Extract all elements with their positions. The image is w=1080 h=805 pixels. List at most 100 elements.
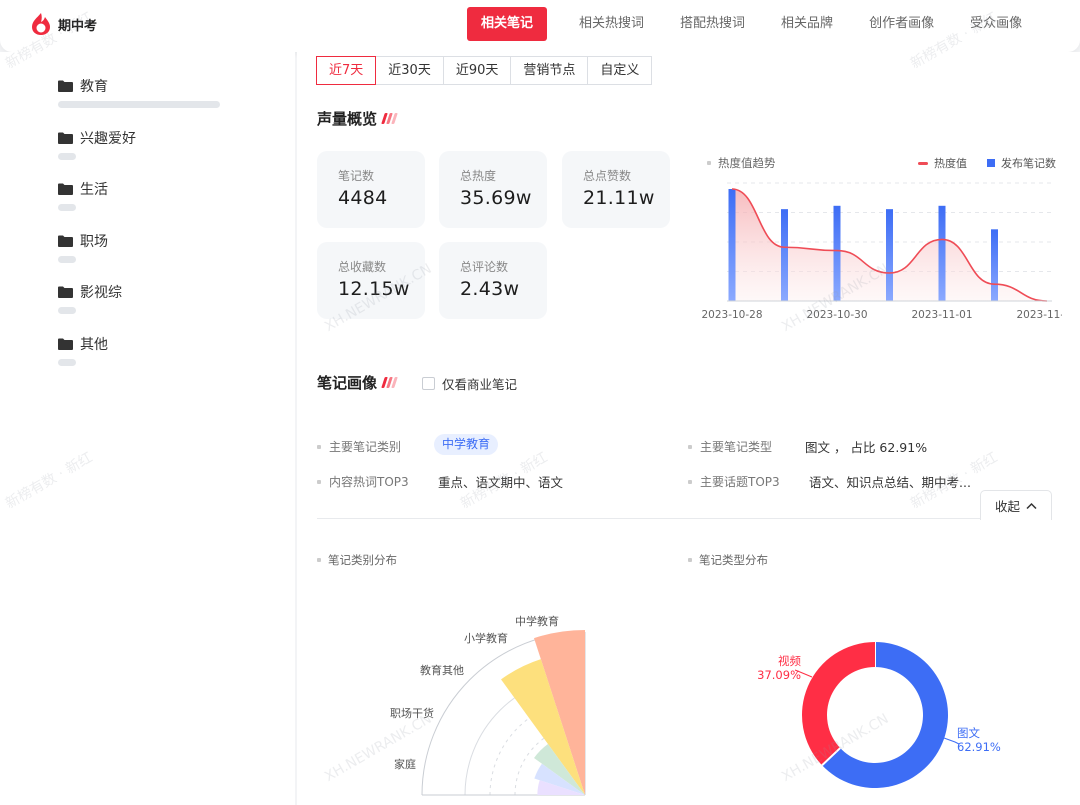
sidebar-item-0[interactable]: 教育 xyxy=(58,76,108,96)
stat-value: 35.69w xyxy=(460,187,532,209)
main-category-tag: 中学教育 xyxy=(434,434,499,455)
title-stripes-icon xyxy=(381,377,398,388)
sidebar-item-bar xyxy=(58,255,76,263)
hotwords-row: 内容热词TOP3 xyxy=(317,473,409,490)
main-category-label: 主要笔记类别 xyxy=(329,440,402,454)
collapse-button[interactable]: 收起 xyxy=(980,490,1052,520)
sidebar-item-label: 兴趣爱好 xyxy=(80,130,136,147)
stat-card-3: 总收藏数 12.15w xyxy=(317,242,425,319)
rose-label: 小学教育 xyxy=(464,632,508,645)
donut-label-name: 图文 xyxy=(957,726,980,740)
stat-label: 总收藏数 xyxy=(338,260,387,274)
top-nav: 相关笔记 相关热搜词 搭配热搜词 相关品牌 创作者画像 受众画像 xyxy=(467,7,1040,41)
sidebar-item-label: 职场 xyxy=(80,233,108,250)
range-3[interactable]: 营销节点 xyxy=(510,56,589,85)
rose-label: 教育其他 xyxy=(420,664,464,677)
trend-chart-title: 热度值趋势 xyxy=(707,155,776,171)
volume-overview-title: 声量概览 xyxy=(317,108,398,129)
category-rose-chart xyxy=(421,630,586,796)
note-count-bar[interactable] xyxy=(938,205,946,301)
topics-label: 主要话题TOP3 xyxy=(700,475,780,489)
x-tick-label: 2023-11-03 xyxy=(1016,309,1062,321)
note-count-bar[interactable] xyxy=(833,205,841,301)
note-count-bar[interactable] xyxy=(781,209,788,301)
sidebar-item-label: 影视综 xyxy=(80,285,122,301)
rose-label: 家庭 xyxy=(394,758,416,771)
range-0[interactable]: 近7天 xyxy=(316,56,377,85)
legend-line-swatch xyxy=(918,161,928,165)
collapse-label: 收起 xyxy=(994,499,1020,514)
x-tick-label: 2023-10-28 xyxy=(702,309,763,321)
range-4[interactable]: 自定义 xyxy=(587,56,653,85)
note-count-bar[interactable] xyxy=(991,229,998,301)
stat-label: 总评论数 xyxy=(460,260,509,274)
x-tick-label: 2023-10-30 xyxy=(806,309,867,321)
tab-3[interactable]: 相关品牌 xyxy=(763,7,851,41)
sidebar-item-label: 教育 xyxy=(80,79,108,95)
donut-label: 视频 37.09% xyxy=(751,654,801,682)
main-type-row: 主要笔记类型 xyxy=(688,438,772,455)
top-bar: 期中考 相关笔记 相关热搜词 搭配热搜词 相关品牌 创作者画像 受众画像 xyxy=(0,0,1080,52)
stat-card-2: 总点赞数 21.11w xyxy=(562,151,670,228)
sidebar-item-5[interactable]: 其他 xyxy=(58,334,108,354)
stat-label: 总热度 xyxy=(460,169,497,183)
sidebar-item-3[interactable]: 职场 xyxy=(58,231,108,251)
folder-icon xyxy=(58,235,73,247)
bullet-icon xyxy=(688,479,692,484)
checkbox-box[interactable] xyxy=(422,377,435,390)
donut-label: 图文 62.91% xyxy=(957,726,1007,754)
main-type-label: 主要笔记类型 xyxy=(700,440,773,454)
tab-5[interactable]: 受众画像 xyxy=(952,7,1040,41)
stat-value: 12.15w xyxy=(338,278,410,300)
stat-card-1: 总热度 35.69w xyxy=(439,151,547,228)
sidebar-item-4[interactable]: 影视综 xyxy=(58,282,122,302)
stat-value: 4484 xyxy=(338,187,388,209)
stat-label: 笔记数 xyxy=(338,169,375,183)
sidebar-item-1[interactable]: 兴趣爱好 xyxy=(58,128,136,148)
range-2[interactable]: 近90天 xyxy=(442,56,512,85)
title-stripes-icon xyxy=(381,113,398,124)
sidebar-item-bar xyxy=(58,307,76,314)
trend-legend: 热度值 发布笔记数 xyxy=(918,155,1056,171)
note-profile-title-text: 笔记画像 xyxy=(317,374,378,392)
bullet-icon xyxy=(317,479,321,484)
legend-bar-label: 发布笔记数 xyxy=(1001,157,1056,170)
type-donut-chart xyxy=(794,642,960,788)
sidebar-item-2[interactable]: 生活 xyxy=(58,179,108,199)
donut-label-percent: 62.91% xyxy=(957,740,1001,754)
donut-label-percent: 37.09% xyxy=(757,668,801,682)
sidebar-item-label: 其他 xyxy=(80,336,108,353)
range-1[interactable]: 近30天 xyxy=(375,56,444,85)
tab-2[interactable]: 搭配热搜词 xyxy=(662,7,763,41)
bullet-icon xyxy=(688,444,692,449)
sidebar-item-bar xyxy=(58,358,76,366)
tab-1[interactable]: 相关热搜词 xyxy=(561,7,662,41)
topics-value: 语文、知识点总结、期中考... xyxy=(809,475,971,490)
donut-slice[interactable] xyxy=(802,642,875,766)
tab-4[interactable]: 创作者画像 xyxy=(851,7,952,41)
category-dist-title: 笔记类别分布 xyxy=(317,552,397,568)
sidebar-item-bar xyxy=(58,204,76,211)
main-panel: 近7天 近30天 近90天 营销节点 自定义 声量概览 笔记数 4484 总热度 35.69w… xyxy=(297,52,1080,805)
note-count-bar[interactable] xyxy=(886,209,893,301)
commercial-only-checkbox[interactable]: 仅看商业笔记 xyxy=(422,374,517,393)
sidebar-item-bar xyxy=(58,101,220,108)
flame-logo-icon xyxy=(32,13,50,35)
stat-card-0: 笔记数 4484 xyxy=(317,151,425,228)
bullet-icon xyxy=(707,161,711,165)
folder-icon xyxy=(58,183,73,195)
folder-icon xyxy=(58,286,73,298)
tab-0[interactable]: 相关笔记 xyxy=(467,7,548,41)
brand: 期中考 xyxy=(30,12,97,36)
sidebar-item-label: 生活 xyxy=(80,182,108,198)
stat-value: 2.43w xyxy=(460,278,520,300)
note-profile-title: 笔记画像 xyxy=(317,372,398,393)
stat-card-4: 总评论数 2.43w xyxy=(439,242,547,319)
bullet-icon xyxy=(317,558,321,562)
topics-row: 主要话题TOP3 xyxy=(688,473,780,490)
x-tick-label: 2023-11-01 xyxy=(911,309,972,321)
folder-icon xyxy=(58,80,73,92)
sidebar-item-bar xyxy=(58,152,76,160)
note-count-bar[interactable] xyxy=(728,189,736,301)
donut-label-name: 视频 xyxy=(778,654,801,668)
